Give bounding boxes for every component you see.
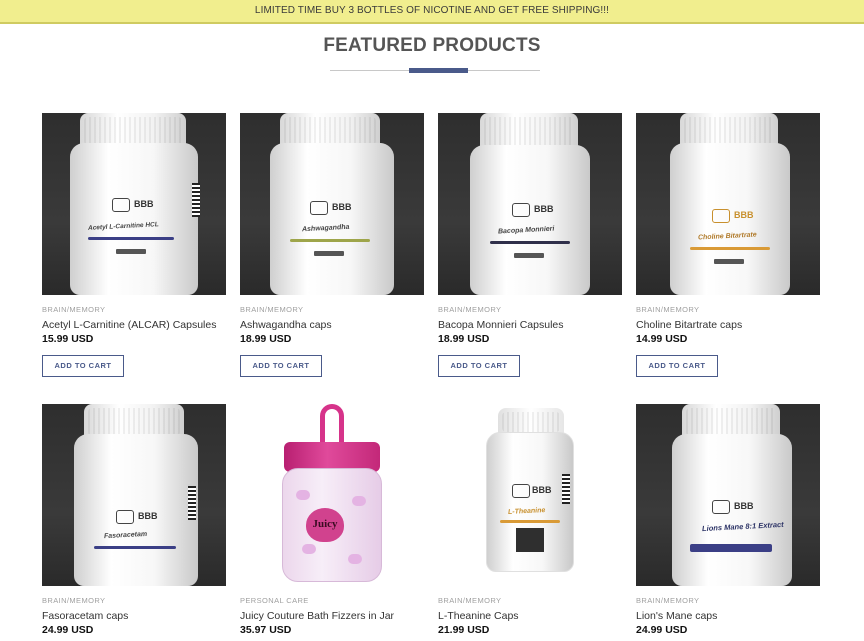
product-image[interactable]: BBB L-Theanine	[438, 404, 622, 586]
product-name[interactable]: Acetyl L-Carnitine (ALCAR) Capsules	[42, 319, 226, 332]
bottle-body	[74, 434, 198, 586]
product-card: BBB Acetyl L-Carnitine HCL BRAIN/MEMORY …	[42, 113, 226, 377]
bottle-label-stripe	[514, 253, 544, 258]
brand-logo-text: BBB	[532, 485, 552, 495]
title-accent-bar	[409, 68, 468, 73]
product-name[interactable]: Choline Bitartrate caps	[636, 319, 820, 332]
bottle-label-stripe	[290, 239, 370, 242]
product-name[interactable]: L-Theanine Caps	[438, 610, 622, 623]
brand-logo-icon	[712, 209, 730, 223]
add-to-cart-button[interactable]: ADD TO CART	[438, 355, 520, 377]
jar-part	[296, 490, 310, 500]
bottle-label-stripe	[490, 241, 570, 244]
product-card: BBB Bacopa Monnieri BRAIN/MEMORY Bacopa …	[438, 113, 622, 377]
product-name[interactable]: Ashwagandha caps	[240, 319, 424, 332]
product-name[interactable]: Bacopa Monnieri Capsules	[438, 319, 622, 332]
product-category: BRAIN/MEMORY	[636, 305, 700, 314]
brand-logo-text: BBB	[138, 511, 158, 521]
product-price: 15.99 USD	[42, 333, 94, 345]
add-to-cart-button[interactable]: ADD TO CART	[636, 355, 718, 377]
brand-logo-text: BBB	[134, 199, 154, 209]
bottle-body	[672, 434, 792, 586]
jar-part	[320, 404, 344, 444]
barcode-icon	[188, 486, 196, 520]
product-card: Juicy PERSONAL CARE Juicy Couture Bath F…	[240, 404, 424, 637]
section-title: FEATURED PRODUCTS	[323, 35, 541, 56]
jar-part	[352, 496, 366, 506]
product-card: BBB Choline Bitartrate BRAIN/MEMORY Chol…	[636, 113, 820, 377]
brand-logo-icon	[310, 201, 328, 215]
add-to-cart-button[interactable]: ADD TO CART	[42, 355, 124, 377]
add-to-cart-button[interactable]: ADD TO CART	[240, 355, 322, 377]
bottle-label-stripe	[116, 249, 146, 254]
product-price: 35.97 USD	[240, 624, 292, 636]
product-card: BBB Fasoracetam BRAIN/MEMORY Fasoracetam…	[42, 404, 226, 637]
product-image[interactable]: BBB Acetyl L-Carnitine HCL	[42, 113, 226, 295]
jar-heart-label: Juicy	[306, 508, 344, 542]
bottle-label-stripe	[314, 251, 344, 256]
barcode-icon	[192, 183, 200, 217]
product-image[interactable]: BBB Lions Mane 8:1 Extract	[636, 404, 820, 586]
product-card: BBB L-Theanine BRAIN/MEMORY L-Theanine C…	[438, 404, 622, 637]
bottle-body	[470, 145, 590, 295]
bottle-label-stripe	[690, 544, 772, 552]
bottle-label-stripe	[714, 259, 744, 264]
product-category: BRAIN/MEMORY	[42, 596, 106, 605]
bottle-body	[270, 143, 394, 295]
product-price: 18.99 USD	[438, 333, 490, 345]
brand-logo-text: BBB	[734, 210, 754, 220]
promo-banner: LIMITED TIME BUY 3 BOTTLES OF NICOTINE A…	[0, 0, 864, 24]
product-image[interactable]: Juicy	[240, 404, 424, 586]
product-image[interactable]: BBB Fasoracetam	[42, 404, 226, 586]
product-image[interactable]: BBB Ashwagandha	[240, 113, 424, 295]
bottle-body	[670, 143, 790, 295]
product-price: 14.99 USD	[636, 333, 688, 345]
product-image[interactable]: BBB Choline Bitartrate	[636, 113, 820, 295]
product-name[interactable]: Fasoracetam caps	[42, 610, 226, 623]
brand-logo-text: BBB	[734, 501, 754, 511]
product-card: BBB Ashwagandha BRAIN/MEMORY Ashwagandha…	[240, 113, 424, 377]
bottle-label-stripe	[690, 247, 770, 250]
bottle-label-stripe	[88, 237, 174, 240]
product-price: 24.99 USD	[636, 624, 688, 636]
product-category: BRAIN/MEMORY	[438, 596, 502, 605]
product-category: PERSONAL CARE	[240, 596, 309, 605]
product-category: BRAIN/MEMORY	[240, 305, 304, 314]
product-category: BRAIN/MEMORY	[42, 305, 106, 314]
brand-logo-icon	[512, 203, 530, 217]
product-name[interactable]: Juicy Couture Bath Fizzers in Jar	[240, 610, 424, 623]
product-category: BRAIN/MEMORY	[636, 596, 700, 605]
brand-logo-icon	[116, 510, 134, 524]
brand-logo-icon	[712, 500, 730, 514]
product-price: 21.99 USD	[438, 624, 490, 636]
barcode-icon	[562, 474, 570, 504]
product-image[interactable]: BBB Bacopa Monnieri	[438, 113, 622, 295]
brand-logo-icon	[512, 484, 530, 498]
jar-part	[348, 554, 362, 564]
product-card: BBB Lions Mane 8:1 Extract BRAIN/MEMORY …	[636, 404, 820, 637]
product-price: 24.99 USD	[42, 624, 94, 636]
product-name[interactable]: Lion's Mane caps	[636, 610, 820, 623]
bottle-label-stripe	[94, 546, 176, 549]
product-category: BRAIN/MEMORY	[438, 305, 502, 314]
promo-text: LIMITED TIME BUY 3 BOTTLES OF NICOTINE A…	[254, 5, 610, 16]
bottle-body	[70, 143, 198, 295]
brand-logo-text: BBB	[534, 204, 554, 214]
brand-logo-icon	[112, 198, 130, 212]
brand-logo-text: BBB	[332, 202, 352, 212]
product-price: 18.99 USD	[240, 333, 292, 345]
bottle-label-stripe	[500, 520, 560, 523]
jar-part	[302, 544, 316, 554]
